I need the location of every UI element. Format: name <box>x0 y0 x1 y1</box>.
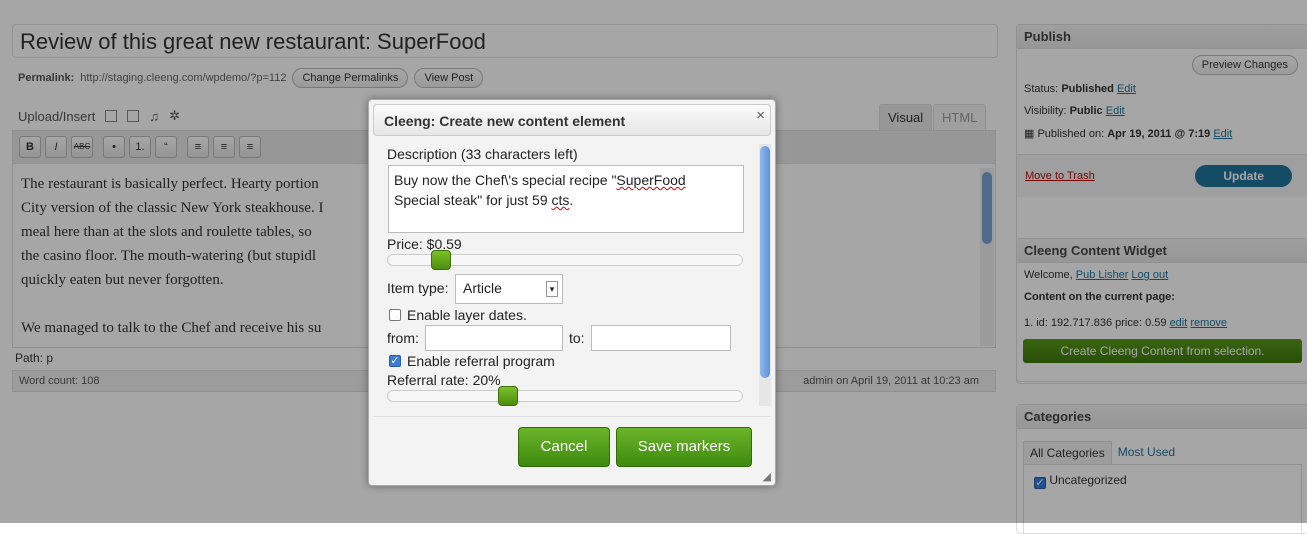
cancel-button[interactable]: Cancel <box>518 427 610 467</box>
referral-slider-handle[interactable] <box>498 386 518 406</box>
dialog-scrollbar[interactable] <box>759 144 771 406</box>
dialog-body: Description (33 characters left) Buy now… <box>369 140 759 410</box>
layer-dates-checkbox[interactable] <box>389 309 401 321</box>
referral-rate-label: Referral rate: 20% <box>387 372 501 388</box>
dialog-divider <box>373 416 771 417</box>
layer-dates-label: Enable layer dates. <box>407 307 527 323</box>
to-date-input[interactable] <box>591 325 731 351</box>
price-slider[interactable] <box>387 250 743 270</box>
referral-checkbox[interactable]: ✓ <box>389 355 401 367</box>
referral-slider[interactable] <box>387 386 743 406</box>
from-label: from: <box>387 330 419 346</box>
item-type-label: Item type: <box>387 280 449 296</box>
price-slider-handle[interactable] <box>431 250 451 270</box>
desc-misspelled: SuperFood <box>616 172 686 188</box>
create-content-dialog: Cleeng: Create new content element × Des… <box>368 99 776 486</box>
chevron-down-icon: ▾ <box>546 281 558 297</box>
dialog-title: Cleeng: Create new content element <box>373 104 771 136</box>
description-textarea[interactable]: Buy now the Chef\'s special recipe "Supe… <box>388 165 744 233</box>
dialog-title-text: Cleeng: Create new content element <box>384 113 626 129</box>
close-icon[interactable]: × <box>756 107 765 124</box>
to-label: to: <box>569 330 585 346</box>
dialog-scroll-thumb[interactable] <box>760 146 770 378</box>
referral-label: Enable referral program <box>407 353 555 369</box>
from-date-input[interactable] <box>425 325 563 351</box>
desc-text: . <box>569 192 574 208</box>
description-label: Description (33 characters left) <box>387 146 578 162</box>
price-label: Price: $0.59 <box>387 236 462 252</box>
resize-grip-icon[interactable]: ◢ <box>763 470 771 483</box>
desc-misspelled: cts <box>551 192 570 208</box>
item-type-select[interactable]: Article ▾ <box>455 274 563 304</box>
save-markers-button[interactable]: Save markers <box>616 427 752 467</box>
item-type-value: Article <box>463 280 502 296</box>
desc-text: Buy now the Chef\'s special recipe " <box>394 172 617 188</box>
desc-text: Special steak" for just 59 <box>394 192 552 208</box>
